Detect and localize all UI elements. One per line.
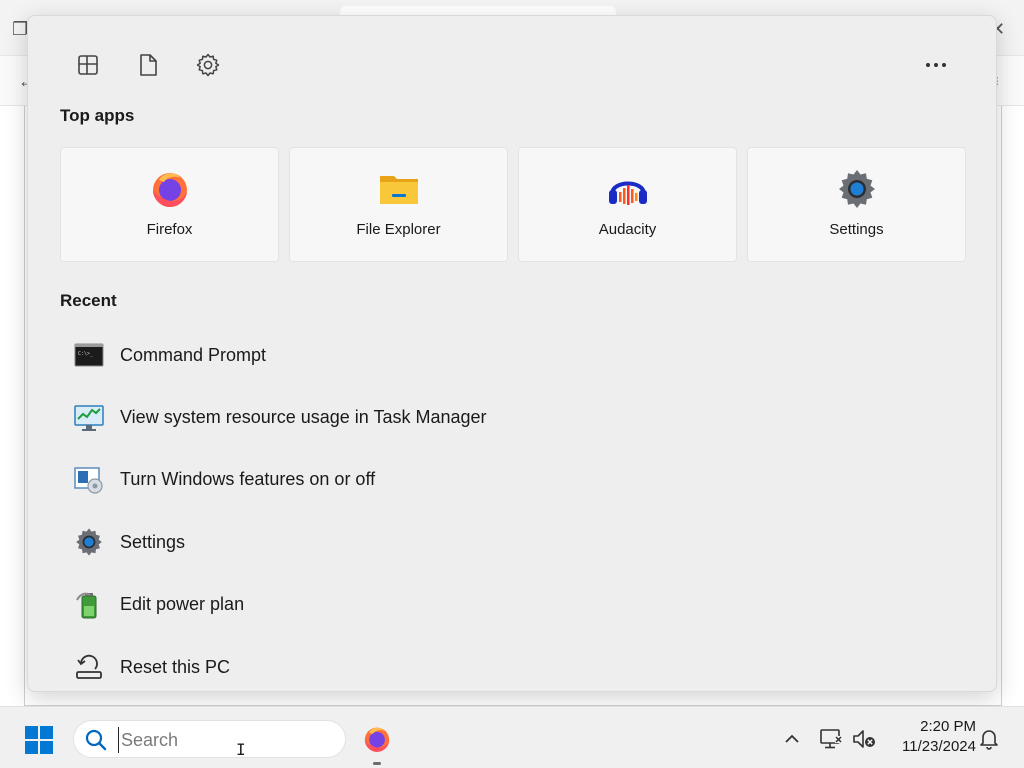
recent-item-windows-features[interactable]: Turn Windows features on or off <box>60 449 966 511</box>
app-tile-label: Audacity <box>598 221 657 238</box>
app-tile-firefox[interactable]: Firefox <box>60 147 279 262</box>
settings-gear-icon <box>196 53 220 77</box>
top-apps-heading: Top apps <box>60 106 135 125</box>
widgets-button[interactable] <box>71 48 105 82</box>
clock-date: 11/23/2024 <box>902 738 976 755</box>
volume-muted-icon <box>853 730 875 748</box>
taskbar-clock[interactable]: 2:20 PM 11/23/2024 <box>886 717 976 757</box>
reset-pc-icon <box>73 651 105 683</box>
windows-features-icon <box>73 464 105 496</box>
recent-heading: Recent <box>60 291 117 310</box>
recent-item-label: Command Prompt <box>120 344 267 365</box>
recent-item-settings[interactable]: Settings <box>60 511 966 573</box>
clock-time: 2:20 PM <box>920 718 976 735</box>
windows-logo-icon <box>25 726 53 754</box>
notifications-button[interactable] <box>976 726 1002 752</box>
start-button[interactable] <box>22 723 56 757</box>
search-icon <box>85 729 107 751</box>
volume-button[interactable] <box>851 726 877 752</box>
recent-item-command-prompt[interactable]: C:\>_ Command Prompt <box>60 324 966 386</box>
search-input[interactable] <box>118 727 328 753</box>
command-prompt-icon: C:\>_ <box>73 339 105 371</box>
recent-item-reset-pc[interactable]: Reset this PC <box>60 636 966 698</box>
power-plan-icon <box>73 589 105 621</box>
recent-item-label: View system resource usage in Task Manag… <box>120 407 487 428</box>
recent-list: C:\>_ Command Prompt View system resourc… <box>60 324 966 698</box>
network-button[interactable] <box>818 726 844 752</box>
app-tile-settings[interactable]: Settings <box>747 147 966 262</box>
tab-actions-icon[interactable]: ❐ <box>12 20 28 38</box>
running-indicator <box>373 762 381 765</box>
show-hidden-icons-button[interactable] <box>779 726 805 752</box>
more-dots-icon <box>926 63 946 67</box>
audacity-icon <box>608 181 647 205</box>
settings-icon <box>838 170 875 208</box>
app-tile-label: Settings <box>829 221 884 238</box>
start-menu: Top apps Firefox File Explorer Audacity … <box>27 15 997 692</box>
chevron-up-icon <box>785 734 799 743</box>
document-icon <box>140 54 157 76</box>
app-tile-label: Firefox <box>146 221 193 238</box>
taskbar-search-box[interactable] <box>73 720 346 758</box>
more-options-button[interactable] <box>919 48 953 82</box>
bell-icon <box>980 730 998 750</box>
taskbar-app-firefox[interactable] <box>358 720 396 765</box>
recent-item-task-manager[interactable]: View system resource usage in Task Manag… <box>60 386 966 448</box>
widgets-icon <box>78 55 98 75</box>
recent-item-label: Reset this PC <box>120 656 231 677</box>
text-cursor-icon: I <box>236 740 246 759</box>
app-tile-label: File Explorer <box>356 221 441 238</box>
taskbar: I 2:20 PM 11 <box>0 706 1024 768</box>
network-monitor-icon <box>820 729 842 749</box>
firefox-icon <box>152 173 187 207</box>
app-tile-audacity[interactable]: Audacity <box>518 147 737 262</box>
settings-button[interactable] <box>191 48 225 82</box>
recent-item-label: Settings <box>120 531 186 552</box>
file-explorer-icon <box>379 176 418 204</box>
app-tile-file-explorer[interactable]: File Explorer <box>289 147 508 262</box>
task-manager-icon <box>73 402 105 434</box>
recent-item-label: Edit power plan <box>120 594 245 615</box>
documents-button[interactable] <box>131 48 165 82</box>
svg-text:C:\>_: C:\>_ <box>78 351 94 357</box>
settings-icon <box>73 526 105 558</box>
firefox-icon <box>364 727 390 752</box>
top-apps-grid: Firefox File Explorer Audacity Settings <box>60 147 966 262</box>
recent-item-label: Turn Windows features on or off <box>120 469 376 490</box>
recent-item-power-plan[interactable]: Edit power plan <box>60 574 966 636</box>
